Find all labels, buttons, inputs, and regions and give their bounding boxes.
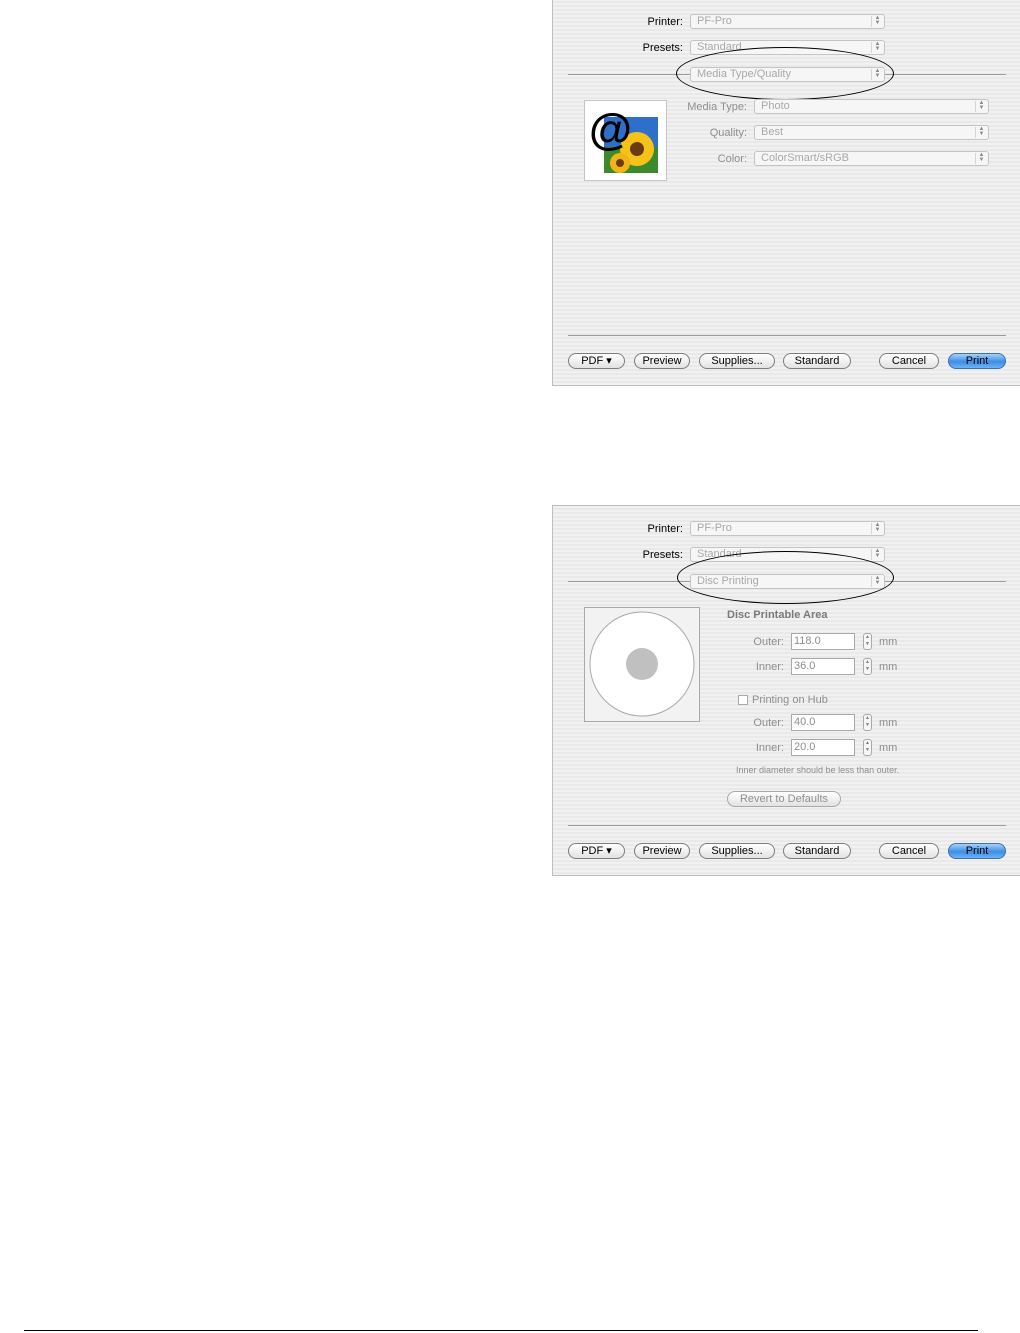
inner-unit: mm [879,661,898,673]
popup-arrows-icon: ▲ ▼ [871,548,883,560]
media-type-popup[interactable]: Photo ▲ ▼ [754,99,989,114]
hub-inner-field[interactable]: 20.0 [791,739,855,756]
popup-arrows-icon: ▲ ▼ [871,15,883,27]
print-button[interactable]: Print [948,843,1006,859]
hub-outer-unit: mm [879,717,898,729]
pdf-button[interactable]: PDF ▾ [568,843,625,859]
color-popup[interactable]: ColorSmart/sRGB ▲ ▼ [754,151,989,166]
color-value: ColorSmart/sRGB [761,152,850,164]
print-dialog-media-quality: Printer: PF-Pro ▲ ▼ Presets: Standard ▲ ▼ … [552,0,1020,386]
media-preview-thumbnail: @ [584,100,667,181]
color-label: Color: [717,153,747,165]
popup-arrows-icon: ▲ ▼ [871,522,883,534]
hub-inner-unit: mm [879,742,898,754]
popup-arrows-icon: ▲ ▼ [871,41,883,53]
preview-button[interactable]: Preview [634,353,690,369]
disc-preview [584,607,700,722]
outer-field[interactable]: 118.0 [791,633,855,650]
hub-outer-label: Outer: [753,717,784,729]
hub-outer-field[interactable]: 40.0 [791,714,855,731]
printer-value: PF-Pro [697,522,732,534]
print-dialog-disc-printing: Printer: PF-Pro ▲ ▼ Presets: Standard ▲ ▼ … [552,505,1020,876]
cancel-button[interactable]: Cancel [879,843,939,859]
separator [568,825,1006,826]
printing-on-hub-checkbox[interactable] [738,695,748,705]
pdf-button[interactable]: PDF ▾ [568,353,625,369]
hub-inner-stepper[interactable]: ▲ ▼ [863,739,872,756]
supplies-button[interactable]: Supplies... [699,353,775,369]
quality-popup[interactable]: Best ▲ ▼ [754,125,989,140]
page-footer-rule [24,1330,978,1331]
cancel-button[interactable]: Cancel [879,353,939,369]
outer-stepper[interactable]: ▲ ▼ [863,633,872,650]
highlight-ellipse [677,551,894,604]
popup-arrows-icon: ▲ ▼ [975,152,987,164]
sunflower-photo-icon: @ [589,105,658,173]
popup-arrows-icon: ▲ ▼ [975,126,987,138]
disc-printable-area-heading: Disc Printable Area [727,609,828,621]
inner-label: Inner: [755,661,784,673]
svg-text:@: @ [589,105,632,154]
disc-icon [589,611,695,717]
printer-popup[interactable]: PF-Pro ▲ ▼ [690,14,885,29]
printing-on-hub-label: Printing on Hub [752,694,828,706]
hub-outer-stepper[interactable]: ▲ ▼ [863,714,872,731]
quality-label: Quality: [709,127,747,139]
print-button[interactable]: Print [948,353,1006,369]
presets-label: Presets: [642,549,683,561]
inner-stepper[interactable]: ▲ ▼ [863,658,872,675]
outer-label: Outer: [753,636,784,648]
outer-unit: mm [879,636,898,648]
printer-value: PF-Pro [697,15,732,27]
printer-label: Printer: [647,523,683,535]
diameter-note: Inner diameter should be less than outer… [736,765,900,775]
standard-button[interactable]: Standard [783,353,851,369]
separator [568,335,1006,336]
popup-arrows-icon: ▲ ▼ [975,100,987,112]
preview-button[interactable]: Preview [634,843,690,859]
supplies-button[interactable]: Supplies... [699,843,775,859]
inner-field[interactable]: 36.0 [791,658,855,675]
standard-button[interactable]: Standard [783,843,851,859]
presets-label: Presets: [642,42,683,54]
hub-inner-label: Inner: [755,742,784,754]
quality-value: Best [761,126,784,138]
highlight-ellipse [676,47,894,100]
printer-popup[interactable]: PF-Pro ▲ ▼ [690,521,885,536]
revert-to-defaults-button[interactable]: Revert to Defaults [727,791,841,807]
printer-label: Printer: [647,16,683,28]
media-type-label: Media Type: [687,101,747,113]
media-type-value: Photo [761,100,790,112]
